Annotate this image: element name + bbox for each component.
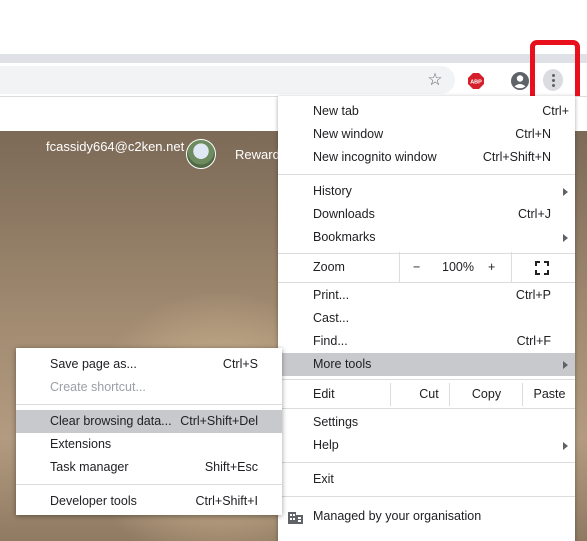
menu-item-zoom: Zoom − 100% + (278, 252, 575, 283)
zoom-divider (511, 252, 512, 283)
browser-menu: New tab Ctrl+ New window Ctrl+N New inco… (278, 96, 575, 541)
zoom-divider (399, 252, 400, 283)
zoom-out-button[interactable]: − (413, 256, 420, 279)
submenu-divider (16, 484, 282, 485)
paste-button[interactable]: Paste (522, 383, 576, 406)
menu-label: Exit (313, 472, 334, 486)
submenu-shortcut: Ctrl+S (222, 357, 258, 371)
menu-label: New window (313, 127, 384, 141)
menu-shortcut: Ctrl+F (516, 334, 551, 348)
zoom-controls: − 100% + (399, 252, 575, 283)
submenu-label: Extensions (50, 437, 112, 451)
menu-divider (278, 408, 575, 409)
submenu-arrow-icon (563, 442, 568, 450)
copy-button[interactable]: Copy (449, 383, 523, 406)
tab-strip-border (0, 54, 587, 63)
menu-item-help[interactable]: Help (278, 434, 575, 457)
fullscreen-icon[interactable] (535, 261, 549, 275)
annotation-highlight (530, 40, 580, 104)
submenu-arrow-icon (563, 361, 568, 369)
menu-item-cast[interactable]: Cast... (278, 307, 575, 330)
menu-label: New tab (313, 104, 359, 118)
menu-label: Downloads (313, 207, 375, 221)
submenu-arrow-icon (563, 188, 568, 196)
menu-label: Bookmarks (313, 230, 376, 244)
submenu-shortcut: Ctrl+Shift+Del (180, 414, 258, 428)
menu-shortcut: Ctrl+N (515, 127, 551, 141)
submenu-item-task-manager[interactable]: Task manager Shift+Esc (16, 456, 282, 479)
menu-label: History (313, 184, 352, 198)
rewards-link[interactable]: Reward (235, 147, 280, 162)
submenu-shortcut: Shift+Esc (204, 460, 258, 474)
submenu-divider (16, 404, 282, 405)
more-tools-submenu: Save page as... Ctrl+S Create shortcut..… (16, 348, 282, 515)
menu-label: Cast... (313, 311, 350, 325)
menu-shortcut: Ctrl+P (515, 288, 551, 302)
menu-item-downloads[interactable]: Downloads Ctrl+J (278, 203, 575, 226)
zoom-in-button[interactable]: + (488, 256, 495, 279)
menu-divider (278, 253, 575, 254)
menu-item-more-tools[interactable]: More tools (278, 353, 575, 376)
menu-label: Help (313, 438, 339, 452)
menu-divider (278, 174, 575, 175)
menu-label: Edit (313, 387, 335, 401)
submenu-item-save-page[interactable]: Save page as... Ctrl+S (16, 353, 282, 376)
avatar[interactable] (186, 139, 216, 169)
menu-divider (278, 462, 575, 463)
menu-label: Print... (313, 288, 350, 302)
submenu-label: Developer tools (50, 494, 137, 508)
menu-item-new-incognito[interactable]: New incognito window Ctrl+Shift+N (278, 146, 575, 169)
submenu-arrow-icon (563, 234, 568, 242)
menu-item-managed[interactable]: Managed by your organisation (278, 505, 575, 528)
submenu-shortcut: Ctrl+Shift+I (195, 494, 258, 508)
submenu-item-extensions[interactable]: Extensions (16, 433, 282, 456)
menu-shortcut: Ctrl+ (542, 104, 569, 118)
menu-label: More tools (313, 357, 372, 371)
tab-strip (0, 0, 587, 56)
menu-item-bookmarks[interactable]: Bookmarks (278, 226, 575, 249)
menu-item-new-tab[interactable]: New tab Ctrl+ (278, 100, 575, 123)
menu-item-print[interactable]: Print... Ctrl+P (278, 284, 575, 307)
menu-divider (278, 379, 575, 380)
user-email[interactable]: fcassidy664@c2ken.net (46, 139, 184, 154)
submenu-label: Save page as... (50, 357, 137, 371)
building-icon (288, 512, 303, 524)
menu-label: New incognito window (313, 150, 437, 164)
profile-icon[interactable] (510, 71, 530, 91)
menu-item-settings[interactable]: Settings (278, 411, 575, 434)
menu-divider (278, 282, 575, 283)
submenu-label: Create shortcut... (50, 380, 146, 394)
menu-label: Settings (313, 415, 359, 429)
menu-item-exit[interactable]: Exit (278, 468, 575, 491)
submenu-item-clear-browsing-data[interactable]: Clear browsing data... Ctrl+Shift+Del (16, 410, 282, 433)
menu-label: Zoom (313, 260, 345, 274)
abp-label: ABP (470, 80, 482, 86)
menu-label: Find... (313, 334, 348, 348)
submenu-item-create-shortcut: Create shortcut... (16, 376, 282, 399)
menu-item-find[interactable]: Find... Ctrl+F (278, 330, 575, 353)
zoom-level: 100% (442, 260, 474, 274)
menu-item-new-window[interactable]: New window Ctrl+N (278, 123, 575, 146)
address-bar[interactable] (0, 66, 455, 94)
abp-icon[interactable]: ABP (468, 73, 484, 89)
star-icon[interactable]: ☆ (426, 71, 444, 89)
submenu-label: Clear browsing data... (50, 414, 172, 428)
menu-item-history[interactable]: History (278, 180, 575, 203)
menu-label: Managed by your organisation (313, 509, 482, 523)
menu-shortcut: Ctrl+J (518, 207, 551, 221)
submenu-label: Task manager (50, 460, 129, 474)
menu-item-edit: Edit Cut Copy Paste (278, 383, 575, 406)
submenu-item-developer-tools[interactable]: Developer tools Ctrl+Shift+I (16, 490, 282, 513)
menu-shortcut: Ctrl+Shift+N (482, 150, 551, 164)
menu-divider (278, 496, 575, 497)
